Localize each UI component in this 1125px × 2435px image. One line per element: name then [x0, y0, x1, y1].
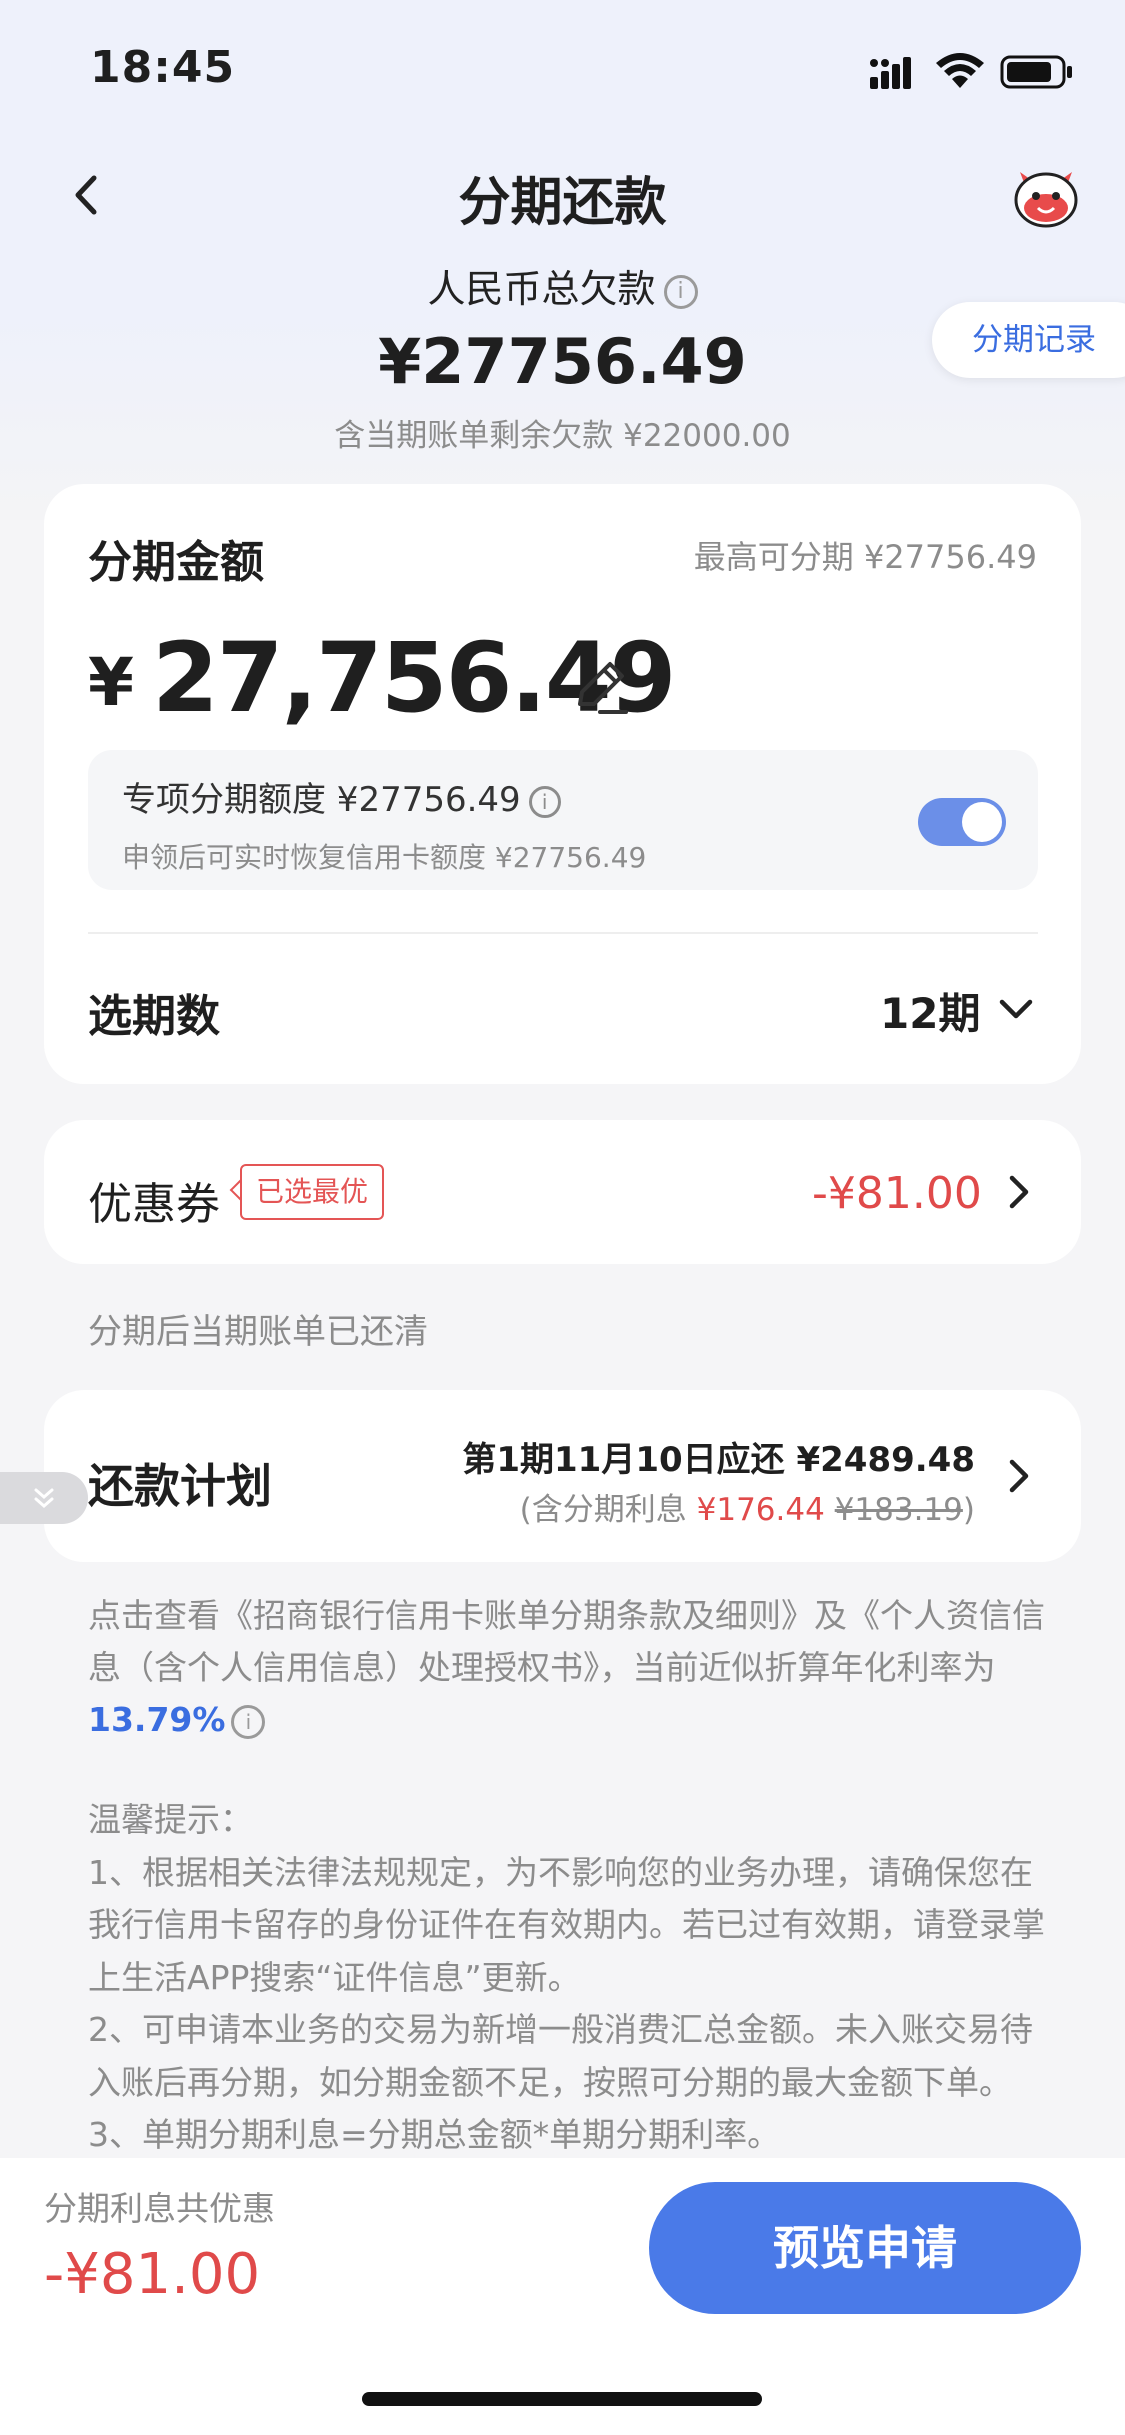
tips-section: 温馨提示： 1、根据相关法律法规规定，为不影响您的业务办理，请确保您在我行信用卡…: [88, 1794, 1048, 2162]
coupon-row[interactable]: 优惠券 已选最优 -¥81.00: [44, 1120, 1081, 1264]
special-quota-title: 专项分期额度 ¥27756.49 i: [122, 772, 561, 821]
special-quota-desc: 申领后可实时恢复信用卡额度 ¥27756.49: [122, 841, 647, 874]
home-indicator[interactable]: [362, 2392, 762, 2406]
legal-terms-text[interactable]: 点击查看《招商银行信用卡账单分期条款及细则》及《个人资信信息（含个人信用信息）处…: [88, 1590, 1048, 1746]
collapse-handle[interactable]: [0, 1472, 88, 1524]
installment-record-button[interactable]: 分期记录: [932, 302, 1125, 378]
period-label: 选期数: [88, 991, 220, 1042]
coupon-label: 优惠券: [88, 1179, 220, 1230]
currency-symbol: ¥: [88, 644, 134, 721]
special-quota-toggle[interactable]: [918, 798, 1006, 846]
first-period-interest: (含分期利息 ¥176.44 ¥183.19): [520, 1484, 975, 1529]
wifi-icon: [936, 53, 984, 88]
coupon-value: -¥81.00: [812, 1168, 982, 1219]
interest-discounted: ¥176.44: [696, 1492, 825, 1528]
chevron-right-icon[interactable]: [1004, 1456, 1034, 1496]
legal-terms-body[interactable]: 点击查看《招商银行信用卡账单分期条款及细则》及《个人资信信息（含个人信用信息）处…: [88, 1596, 1045, 1687]
tips-item: 1、根据相关法律法规规定，为不影响您的业务办理，请确保您在我行信用卡留存的身份证…: [88, 1852, 1045, 1997]
repayment-plan-label: 还款计划: [88, 1459, 272, 1513]
chevron-down-icon[interactable]: [996, 994, 1036, 1024]
chevron-right-icon[interactable]: [1004, 1172, 1034, 1212]
installment-amount-title: 分期金额: [88, 537, 264, 588]
toggle-knob: [962, 802, 1002, 842]
nav-bar: 分期还款: [0, 150, 1125, 240]
repayment-plan-row[interactable]: 还款计划 第1期11月10日应还 ¥2489.48 (含分期利息 ¥176.44…: [44, 1390, 1081, 1562]
period-select-value[interactable]: 12期: [880, 980, 980, 1041]
current-bill-remaining: 含当期账单剩余欠款 ¥22000.00: [334, 418, 791, 454]
info-icon[interactable]: i: [663, 274, 698, 309]
double-chevron-down-icon: [34, 1488, 54, 1508]
installment-amount-card: 分期金额 最高可分期 ¥27756.49 ¥27,756.49 专项分期额度 ¥…: [44, 484, 1081, 1084]
battery-icon: [1000, 55, 1072, 89]
status-time: 18:45: [90, 42, 236, 93]
edit-pencil-icon[interactable]: [566, 654, 632, 720]
tips-item: 2、可申请本业务的交易为新增一般消费汇总金额。未入账交易待入账后再分期，如分期金…: [88, 2010, 1033, 2102]
interest-discount-value: -¥81.00: [44, 2242, 261, 2307]
mascot-avatar-icon[interactable]: [1008, 158, 1084, 234]
max-installment-amount: 最高可分期 ¥27756.49: [693, 538, 1037, 576]
interest-suffix: ): [962, 1492, 975, 1528]
first-period-payment: 第1期11月10日应还 ¥2489.48: [462, 1440, 975, 1480]
page-title: 分期还款: [458, 173, 667, 233]
total-debt-label-text: 人民币总欠款: [427, 267, 656, 311]
interest-prefix: (含分期利息: [519, 1492, 697, 1528]
signal-icon: [870, 57, 911, 89]
info-icon[interactable]: i: [528, 785, 561, 818]
info-icon[interactable]: i: [231, 1704, 266, 1739]
tips-item: 3、单期分期利息=分期总金额*单期分期利率。: [88, 2115, 781, 2154]
preview-apply-button[interactable]: 预览申请: [649, 2182, 1081, 2314]
best-selected-tag: 已选最优: [240, 1164, 385, 1220]
special-quota-box: 专项分期额度 ¥27756.49 i 申领后可实时恢复信用卡额度 ¥27756.4…: [88, 750, 1038, 890]
special-quota-title-text: 专项分期额度 ¥27756.49: [122, 780, 521, 820]
interest-original: ¥183.19: [834, 1492, 963, 1528]
tips-title: 温馨提示：: [88, 1800, 253, 1839]
status-bar: 18:45: [0, 0, 1125, 140]
divider: [88, 932, 1038, 934]
interest-discount-label: 分期利息共优惠: [44, 2189, 275, 2228]
bill-paid-note: 分期后当期账单已还清: [88, 1312, 428, 1352]
annual-rate: 13.79%: [88, 1700, 226, 1739]
